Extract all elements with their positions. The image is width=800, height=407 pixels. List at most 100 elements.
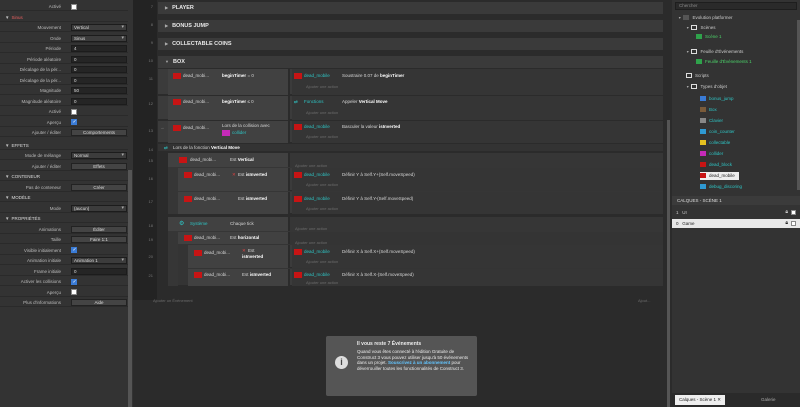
function-header[interactable]: ⇄ Lors de la fonction Vertical Move xyxy=(158,144,663,152)
condition-block[interactable]: ⚙ Système Chaque tick xyxy=(168,217,290,231)
collapse-arrow-icon[interactable]: ▼ xyxy=(5,174,9,179)
subscribe-link[interactable]: Souscrivez à un abonnement xyxy=(388,360,450,365)
add-ellipsis-link[interactable]: Ajout... xyxy=(638,298,650,303)
prop-input[interactable]: 0 xyxy=(71,97,127,105)
add-action-link[interactable]: Ajouter une action xyxy=(306,206,338,211)
tree-object-dead-block[interactable]: dead_block xyxy=(700,161,732,169)
group-player[interactable]: ▶ PLAYER xyxy=(158,2,663,14)
collapse-arrow-icon[interactable]: ▼ xyxy=(678,16,681,20)
tab-layers[interactable]: Calques - Scène 1 ✕ xyxy=(675,395,726,405)
action-block[interactable]: dead_mobile Définir Y à Self.Y-(Self.mov… xyxy=(292,192,663,214)
prop-input[interactable]: 50 xyxy=(71,87,127,94)
action-block[interactable]: ⇄ Fonctions Appeler Vertical Move Ajoute… xyxy=(292,96,663,120)
prop-checkbox[interactable] xyxy=(71,119,77,125)
action-block[interactable]: dead_mobile Définir X à Self.X+(Self.mov… xyxy=(292,245,663,268)
condition-block[interactable]: dead_mobi... beginTimer ≤ 0 xyxy=(168,96,290,120)
expand-arrow-icon[interactable]: ▶ xyxy=(165,5,168,10)
condition-block[interactable]: dead_mobi... Est horizontal xyxy=(178,232,290,244)
prop-checkbox[interactable] xyxy=(71,3,77,10)
prop-input[interactable]: 4 xyxy=(71,45,127,52)
add-action-link[interactable]: Ajouter une action xyxy=(306,259,338,264)
section-model[interactable]: ▼ MODÈLE xyxy=(0,193,128,202)
action-block[interactable]: dead_mobile Définir X à Self.X-(Self.mov… xyxy=(292,269,663,286)
tab-gallery[interactable]: Galerie xyxy=(757,395,780,405)
section-container[interactable]: ▼ CONTENEUR xyxy=(0,172,128,181)
event-row[interactable]: → dead_mobi... Lors de la collision avec… xyxy=(158,121,663,143)
prop-input[interactable]: 0 xyxy=(71,55,127,63)
condition-block[interactable]: dead_mobi... Est isInverted xyxy=(178,192,290,214)
close-icon[interactable]: ✕ xyxy=(717,397,721,402)
expand-arrow-icon[interactable]: ▶ xyxy=(165,23,168,28)
lock-icon[interactable]: 🔒︎ xyxy=(785,208,788,217)
tree-folder-event-sheets[interactable]: ▼ Feuille d'Événements xyxy=(686,48,743,56)
condition-block[interactable]: dead_mobi... Est isInverted xyxy=(188,269,290,286)
collapse-arrow-icon[interactable]: ▼ xyxy=(5,195,9,200)
tree-object-Clavier[interactable]: Clavier xyxy=(700,117,723,125)
collapse-arrow-icon[interactable]: ▼ xyxy=(686,50,689,54)
tree-object-bonus-jump[interactable]: bonus_jump xyxy=(700,95,734,103)
tree-folder-object-types[interactable]: ▼ Types d'objet xyxy=(686,83,727,91)
create-container-button[interactable]: Créer xyxy=(71,183,127,191)
add-event-link[interactable]: Ajouter un Événement xyxy=(153,298,193,303)
event-row[interactable]: dead_mobi... beginTimer = 0 dead_mobile … xyxy=(158,69,663,95)
event-row[interactable]: dead_mobi... ✕ Est isInverted dead_mobil… xyxy=(178,168,663,191)
tree-object-coin-counter[interactable]: coin_counter xyxy=(700,128,735,136)
search-input[interactable]: Chercher xyxy=(675,2,797,10)
add-action-link[interactable]: Ajouter une action xyxy=(295,226,327,231)
prop-checkbox[interactable] xyxy=(71,289,77,295)
add-action-link[interactable]: Ajouter une action xyxy=(306,110,338,115)
prop-input[interactable]: 0 xyxy=(71,66,127,73)
tree-folder-scripts[interactable]: Scripts xyxy=(686,72,709,80)
collapse-arrow-icon[interactable]: ▼ xyxy=(5,15,9,20)
model-mode-select[interactable]: (aucun) xyxy=(71,204,127,212)
action-block[interactable]: dead_mobile Soustraire 0.07 de beginTime… xyxy=(292,69,663,95)
condition-block[interactable]: dead_mobi... ✕ Est isInverted xyxy=(178,168,290,191)
prop-input[interactable]: 0 xyxy=(71,267,127,275)
action-block[interactable]: dead_mobile Définir Y à Self.Y+(Self.mov… xyxy=(292,168,663,191)
collapse-arrow-icon[interactable]: ▼ xyxy=(686,85,689,89)
condition-block[interactable]: dead_mobi... beginTimer = 0 xyxy=(168,69,290,95)
section-properties[interactable]: ▼ PROPRIÉTÉS xyxy=(0,214,128,223)
event-sheet-scrollbar[interactable] xyxy=(667,120,670,407)
layer-row[interactable]: 0 Game 🔒︎ xyxy=(672,219,800,228)
group-bonus-jump[interactable]: ▶ BONUS JUMP xyxy=(158,20,663,32)
group-box[interactable]: ▼ BOX xyxy=(158,56,663,68)
condition-block[interactable]: dead_mobi... Lors de la collision avec c… xyxy=(168,121,290,143)
collapse-arrow-icon[interactable]: ▼ xyxy=(5,143,9,148)
add-action-link[interactable]: Ajouter une action xyxy=(306,280,338,285)
prop-button[interactable]: Éditer xyxy=(71,225,127,233)
prop-checkbox[interactable] xyxy=(71,247,77,253)
effects-button[interactable]: Effets xyxy=(71,162,127,170)
visibility-checkbox[interactable] xyxy=(791,221,796,226)
tree-folder-scenes[interactable]: ▼ Scènes xyxy=(686,24,715,32)
prop-button[interactable]: Aide xyxy=(71,299,127,306)
event-row[interactable]: dead_mobi... beginTimer ≤ 0 ⇄ Fonctions … xyxy=(158,96,663,120)
tree-object-collectable[interactable]: collectable xyxy=(700,139,730,147)
prop-select[interactable]: Animation 1 xyxy=(71,257,127,264)
tree-item-scene-1[interactable]: Scène 1 xyxy=(696,33,722,41)
collapse-arrow-icon[interactable]: ▼ xyxy=(686,26,689,30)
prop-input[interactable]: 0 xyxy=(71,76,127,84)
tree-object-collider[interactable]: collider xyxy=(700,150,723,158)
event-row[interactable]: dead_mobi... ✕ Est isInverted dead_mobil… xyxy=(188,245,663,268)
collapse-arrow-icon[interactable]: ▼ xyxy=(165,59,169,64)
section-effects[interactable]: ▼ EFFETS xyxy=(0,141,128,150)
prop-button[interactable]: Faire 1:1 xyxy=(71,236,127,243)
lock-icon[interactable]: 🔒︎ xyxy=(785,219,788,228)
properties-scrollbar[interactable] xyxy=(128,170,132,407)
action-block[interactable]: dead_mobile Basculer la valeur isInverte… xyxy=(292,121,663,143)
prop-select[interactable]: Vertical xyxy=(71,24,127,31)
event-row[interactable]: dead_mobi... Est isInverted dead_mobile … xyxy=(188,269,663,286)
prop-button[interactable]: Comportements xyxy=(71,129,127,136)
visibility-checkbox[interactable] xyxy=(791,210,796,215)
add-action-link[interactable]: Ajouter une action xyxy=(306,84,338,89)
tree-object-Box[interactable]: Box xyxy=(700,106,717,114)
tree-project-root[interactable]: ▼ Evolution platformer xyxy=(678,14,733,22)
tree-object-dead-mobile[interactable]: dead_mobile xyxy=(700,172,739,180)
behavior-section[interactable]: ▼ Sinus xyxy=(0,13,128,22)
condition-block[interactable]: dead_mobi... ✕ Est isInverted xyxy=(188,245,290,268)
prop-checkbox[interactable] xyxy=(71,108,77,115)
event-row[interactable]: dead_mobi... Est isInverted dead_mobile … xyxy=(178,192,663,214)
add-action-link[interactable]: Ajouter une action xyxy=(306,134,338,139)
tree-object-debug-discoring[interactable]: debug_discoring xyxy=(700,183,742,191)
